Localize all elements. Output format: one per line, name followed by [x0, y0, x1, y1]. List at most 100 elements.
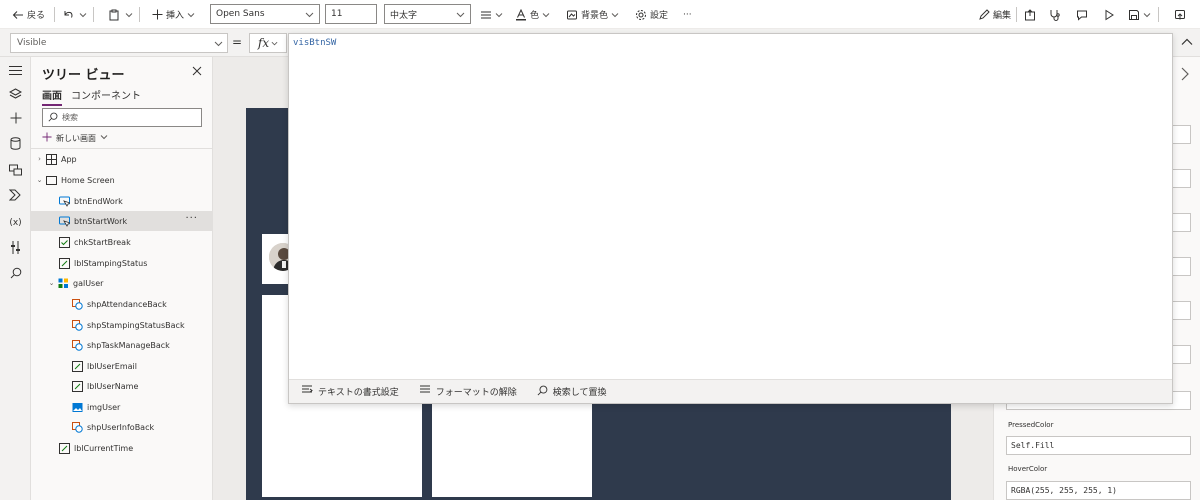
equals-sign: =	[232, 35, 243, 49]
app-checker-button[interactable]	[1049, 0, 1061, 29]
toolbar-divider	[1016, 7, 1017, 22]
advanced-tools-button[interactable]	[7, 240, 24, 257]
chevron-down-icon	[187, 11, 195, 19]
function-button[interactable]: fx	[249, 33, 287, 53]
panel-title: ツリー ビュー	[42, 68, 125, 83]
chevron-down-icon	[1143, 11, 1151, 19]
find-replace-button[interactable]: 検索して置換	[537, 385, 606, 399]
comments-button[interactable]	[1076, 0, 1088, 29]
media-button[interactable]	[7, 163, 24, 180]
tree-node-shpstampingstatusback[interactable]: shpStampingStatusBack	[31, 315, 212, 335]
chevron-down-icon	[542, 11, 550, 19]
fill-icon	[566, 9, 578, 21]
paste-button[interactable]	[108, 0, 120, 29]
plus-icon	[152, 9, 163, 20]
preview-button[interactable]	[1103, 0, 1115, 29]
tree-node-galuser[interactable]: ⌄ galUser	[31, 273, 212, 293]
more-commands-button[interactable]: ···	[683, 0, 692, 29]
format-text-icon	[301, 385, 313, 398]
font-weight-select[interactable]: 中太字	[384, 4, 471, 24]
format-text-button[interactable]: テキストの書式設定	[301, 385, 399, 398]
chevron-down-icon	[214, 39, 223, 51]
menu-button[interactable]	[7, 63, 24, 80]
tree-node-shptaskmanageback[interactable]: shpTaskManageBack	[31, 335, 212, 355]
expand-pane-button[interactable]	[1180, 67, 1190, 84]
comment-icon	[1076, 9, 1088, 21]
tree-node-chkstartbreak[interactable]: chkStartBreak	[31, 232, 212, 252]
power-automate-button[interactable]	[7, 188, 24, 205]
text-align-button[interactable]	[480, 0, 503, 29]
label-icon	[59, 257, 70, 269]
more-options-button[interactable]: ···	[185, 213, 198, 224]
font-family-select[interactable]: Open Sans	[210, 4, 320, 24]
formula-editor-footer: テキストの書式設定 フォーマットの解除 検索して置換	[289, 379, 1172, 403]
gear-icon	[635, 9, 647, 21]
tree-node-btnstartwork[interactable]: btnStartWork ···	[31, 211, 212, 231]
insert-rail-button[interactable]	[7, 111, 24, 128]
tree-node-lblusername[interactable]: lblUserName	[31, 376, 212, 396]
pressed-color-field[interactable]: Self.Fill	[1006, 436, 1191, 455]
app-icon	[46, 153, 57, 165]
settings-button[interactable]: 設定	[635, 0, 668, 29]
hover-color-label: HoverColor	[1008, 465, 1048, 473]
fill-button[interactable]: 背景色	[566, 0, 619, 29]
font-color-button[interactable]: 色	[515, 0, 550, 29]
edit-button[interactable]: 編集	[978, 0, 1011, 29]
save-icon	[1128, 9, 1140, 21]
search-icon	[537, 385, 548, 399]
tab-components[interactable]: コンポーネント	[71, 87, 141, 106]
tree-node-lblstampingstatus[interactable]: lblStampingStatus	[31, 253, 212, 273]
tools-icon	[10, 240, 21, 257]
search-rail-button[interactable]	[7, 266, 24, 283]
formula-text[interactable]: visBtnSW	[293, 38, 336, 48]
data-button[interactable]	[7, 136, 24, 153]
flow-icon	[8, 189, 22, 204]
save-dropdown[interactable]	[1143, 0, 1151, 29]
tree-node-btnendwork[interactable]: btnEndWork	[31, 191, 212, 211]
toolbar-divider	[93, 7, 94, 22]
insert-button[interactable]: 挿入	[152, 0, 195, 29]
search-icon	[10, 267, 22, 282]
checkbox-icon	[59, 236, 70, 248]
tree-node-home-screen[interactable]: ⌄ Home Screen	[31, 170, 212, 190]
font-color-icon	[515, 8, 527, 21]
new-screen-button[interactable]: 新しい画面	[42, 132, 108, 144]
tree-node-shpattendanceback[interactable]: shpAttendanceBack	[31, 294, 212, 314]
tab-screens[interactable]: 画面	[42, 87, 62, 106]
label-icon	[72, 360, 83, 372]
paste-dropdown[interactable]	[125, 0, 133, 29]
hover-color-field[interactable]: RGBA(255, 255, 255, 1)	[1006, 481, 1191, 500]
undo-dropdown[interactable]	[79, 0, 87, 29]
variables-button[interactable]: (x)	[7, 214, 24, 231]
publish-button[interactable]	[1174, 0, 1186, 29]
undo-button[interactable]	[62, 0, 74, 29]
tree-node-lblcurrenttime[interactable]: lblCurrentTime	[31, 438, 212, 458]
tree-view-button[interactable]	[7, 87, 24, 104]
undo-icon	[62, 9, 74, 21]
back-button[interactable]: 戻る	[12, 0, 45, 29]
share-button[interactable]	[1024, 0, 1036, 29]
tree-node-imguser[interactable]: imgUser	[31, 397, 212, 417]
chevron-down-icon	[79, 11, 87, 19]
save-button[interactable]	[1128, 0, 1140, 29]
pressed-color-label: PressedColor	[1008, 421, 1054, 429]
tree-node-lbluseremail[interactable]: lblUserEmail	[31, 356, 212, 376]
chevron-down-icon	[611, 11, 619, 19]
font-size-input[interactable]: 11	[325, 4, 377, 24]
property-select[interactable]: Visible	[10, 33, 228, 53]
back-arrow-icon	[12, 9, 24, 21]
close-panel-button[interactable]	[192, 66, 202, 79]
hamburger-icon	[9, 65, 22, 79]
search-icon	[48, 112, 58, 124]
collapse-formula-button[interactable]	[1180, 35, 1194, 52]
screen-icon	[46, 175, 57, 186]
chevron-right-icon	[1180, 67, 1190, 84]
stethoscope-icon	[1049, 9, 1061, 21]
pencil-icon	[978, 8, 990, 21]
tree-search-input[interactable]: 検索	[42, 108, 202, 127]
formula-editor[interactable]: visBtnSW テキストの書式設定 フォーマットの解除 検索して置換	[288, 33, 1173, 404]
shape-icon	[72, 421, 83, 433]
remove-formatting-button[interactable]: フォーマットの解除	[419, 385, 517, 398]
tree-node-app[interactable]: › App	[31, 149, 212, 169]
tree-node-shpuserinfoback[interactable]: shpUserInfoBack	[31, 417, 212, 437]
